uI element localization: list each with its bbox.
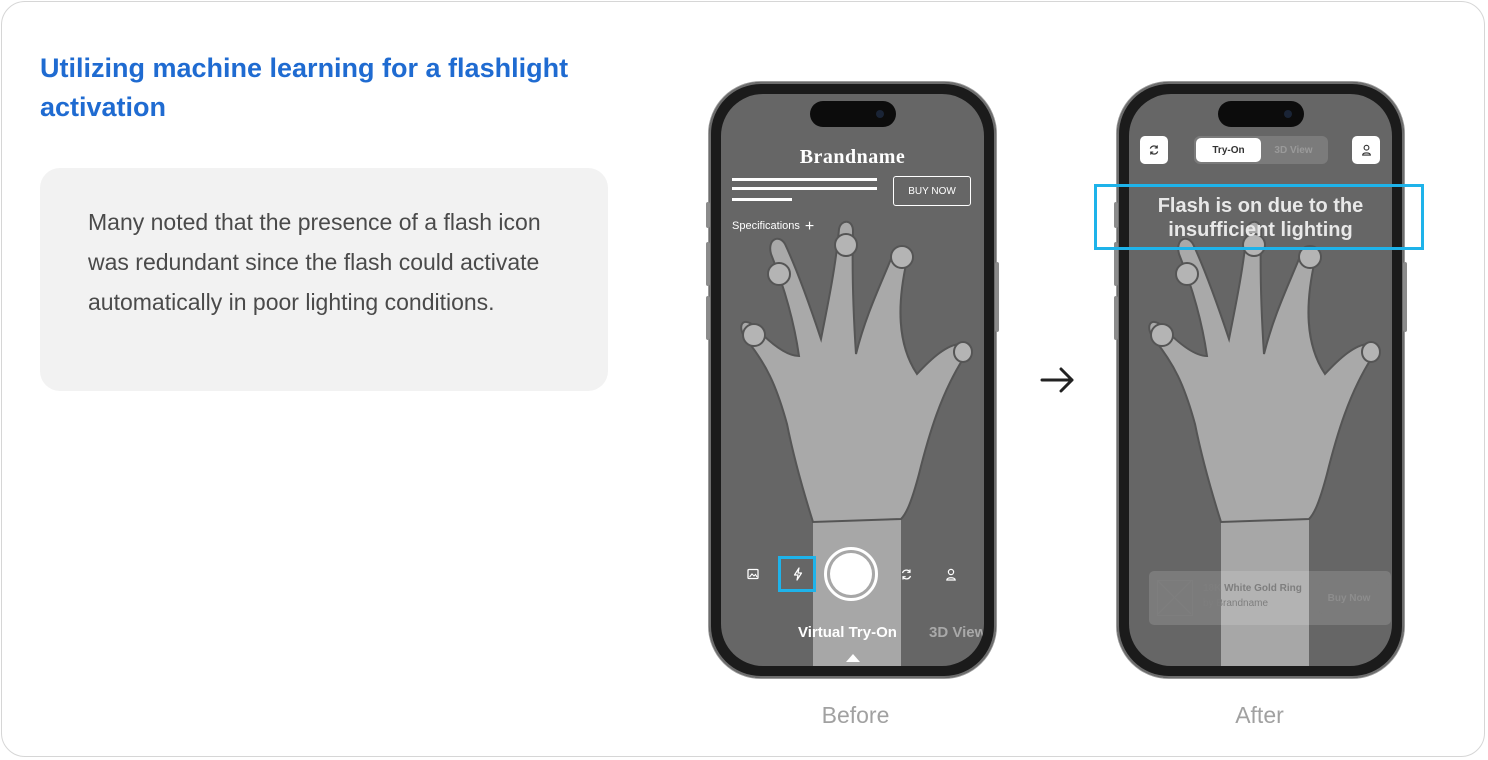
specifications-toggle[interactable]: Specifications + [732,217,815,235]
product-name: 18K White Gold Ring [1203,583,1302,594]
dynamic-island [1217,101,1304,127]
brand-name: Brandname [799,146,906,168]
after-phone: Try-On 3D View Flash is on due to the in… [1114,82,1407,678]
product-brand: by Brandname [1203,598,1269,609]
before-phone: Brandname BUY NOW Specifications + Virtu… [706,82,999,678]
mode-3d-view[interactable]: 3D View [929,624,984,641]
volume-down-button [706,296,710,340]
title-line-short [732,198,792,201]
power-button [1403,262,1407,332]
mute-switch [706,202,710,228]
before-caption: Before [821,702,890,728]
page-title: Utilizing machine learning for a flashli… [40,53,569,122]
power-button [995,262,999,332]
gallery-icon[interactable] [742,563,764,585]
note-box: Many noted that the presence of a flash … [40,168,608,391]
person-icon[interactable] [940,563,962,585]
note-text: Many noted that the presence of a flash … [88,209,541,315]
volume-down-button [1114,296,1118,340]
after-caption: After [1235,702,1284,728]
switch-camera-button[interactable] [1140,136,1168,164]
switch-camera-icon [1149,145,1159,155]
toast-highlight [1094,184,1424,250]
segment-3d-view[interactable]: 3D View [1261,138,1326,162]
shutter-button[interactable] [824,547,878,601]
person-icon [1361,144,1371,156]
view-mode-toggle: Try-On 3D View [1194,136,1328,164]
specifications-label: Specifications [732,220,800,232]
dynamic-island [809,101,896,127]
switch-camera-icon[interactable] [895,563,917,585]
buy-now-button[interactable]: BUY NOW [893,176,971,206]
before-screen: Brandname BUY NOW Specifications + Virtu… [721,94,984,666]
product-card[interactable]: 18K White Gold Ring by Brandname Buy Now [1149,571,1391,625]
flash-icon-highlight [778,556,816,592]
title-line [732,187,877,190]
arrow-right-icon [1040,367,1074,393]
product-buy-now-button[interactable]: Buy Now [1319,582,1379,614]
after-screen: Try-On 3D View Flash is on due to the in… [1129,94,1392,666]
segment-try-on[interactable]: Try-On [1196,138,1261,162]
product-thumbnail [1157,580,1193,616]
active-mode-indicator [846,654,860,662]
plus-icon: + [804,217,815,235]
mode-virtual-try-on[interactable]: Virtual Try-On [798,624,897,641]
profile-button[interactable] [1352,136,1380,164]
title-line [732,178,877,181]
volume-up-button [706,242,710,286]
